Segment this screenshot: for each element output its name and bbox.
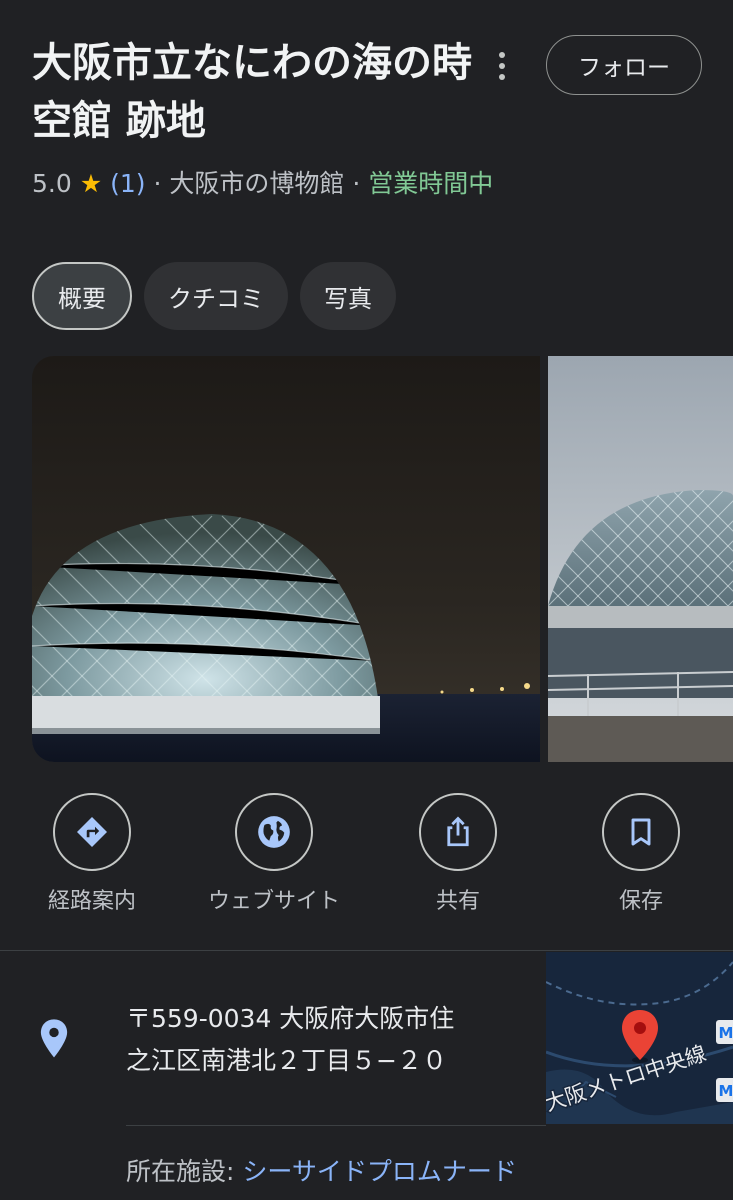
website-label: ウェブサイト [207,889,340,914]
share-label: 共有 [435,889,480,914]
meta-separator: · [352,169,361,198]
located-in: 所在施設: シーサイドプロムナード [126,1152,517,1188]
bookmark-icon [631,818,651,846]
directions-button[interactable]: 経路案内 [2,793,182,915]
tab-overview[interactable]: 概要 [32,262,132,330]
place-photo-day[interactable] [548,356,733,762]
metro-badge-text: M [719,1024,733,1042]
share-icon-circle [419,793,497,871]
located-in-link[interactable]: シーサイドプロムナード [242,1157,517,1186]
place-meta: 5.0 ★ (1) · 大阪市の博物館 · 営業時間中 [32,166,522,202]
address-line-1: 〒559-0034 大阪府大阪市住 [126,1004,455,1033]
address-divider [126,1125,546,1126]
website-button[interactable]: ウェブサイト [184,793,364,915]
website-icon-circle [235,793,313,871]
place-photo-night[interactable] [32,356,540,762]
more-icon-dot [499,74,505,80]
directions-icon-circle [53,793,131,871]
rating-count-link[interactable]: (1) [110,169,145,198]
location-pin-icon [40,1019,68,1058]
located-in-label: 所在施設: [126,1157,243,1186]
save-label: 保存 [618,889,663,914]
map-image: 大阪メトロ中央線 M M [546,952,733,1124]
metro-badge-text: M [719,1082,733,1100]
map-thumbnail[interactable]: 大阪メトロ中央線 M M [546,952,733,1124]
globe-icon [258,816,290,848]
save-button[interactable]: 保存 [551,793,731,915]
dome-night-image [32,356,540,762]
save-icon-circle [602,793,680,871]
tab-photos[interactable]: 写真 [300,262,396,330]
directions-icon [77,817,107,847]
meta-separator: · [153,169,162,198]
dome-day-image [548,356,733,762]
section-divider [0,950,733,951]
address-text[interactable]: 〒559-0034 大阪府大阪市住 之江区南港北２丁目５−２０ [126,998,526,1082]
place-category: 大阪市の博物館 [169,169,345,198]
directions-label: 経路案内 [47,889,136,914]
place-title: 大阪市立なにわの海の時空館 跡地 [32,40,472,144]
more-options-button[interactable] [486,46,518,86]
more-icon-dot [499,63,505,69]
tab-reviews[interactable]: クチコミ [144,262,288,330]
tab-bar: 概要 クチコミ 写真 [32,262,396,330]
open-status[interactable]: 営業時間中 [368,169,493,198]
star-icon: ★ [79,169,103,198]
share-button[interactable]: 共有 [368,793,548,915]
rating-value: 5.0 [32,169,72,198]
more-icon-dot [499,52,505,58]
action-bar: 経路案内 ウェブサイト 共有 保存 [0,793,733,923]
follow-button[interactable]: フォロー [546,35,702,95]
share-icon [447,816,469,847]
address-line-2: 之江区南港北２丁目５−２０ [126,1046,447,1075]
